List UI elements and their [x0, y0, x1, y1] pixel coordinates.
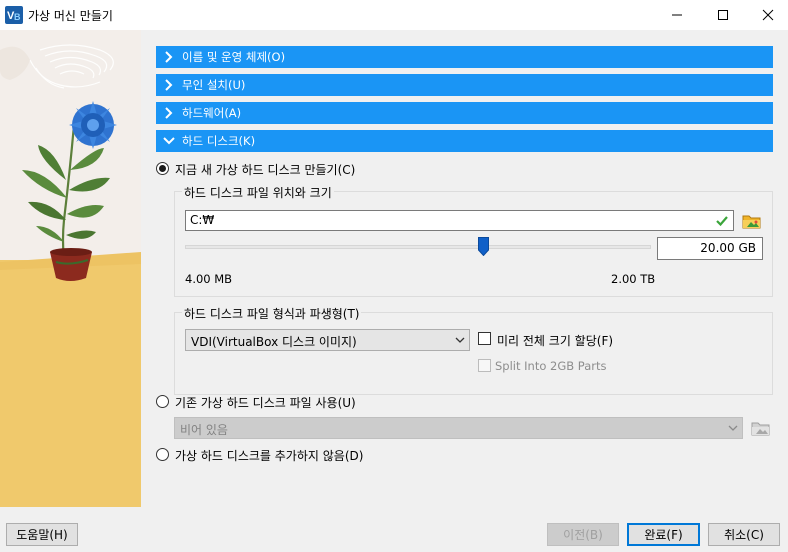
minimize-button[interactable] — [654, 0, 700, 30]
section-label: 무인 설치(U) — [182, 78, 246, 92]
svg-text:B: B — [14, 12, 21, 22]
section-name-os[interactable]: 이름 및 운영 체제(O) — [156, 46, 773, 68]
existing-disk-select[interactable]: 비어 있음 — [174, 417, 743, 439]
preallocate-label: 미리 전체 크기 할당(F) — [497, 334, 614, 348]
disk-format-select[interactable]: VDI(VirtualBox 디스크 이미지) — [185, 329, 470, 351]
wizard-content: 이름 및 운영 체제(O) 무인 설치(U) 하드웨어(A) 하드 디스크(K)… — [141, 30, 788, 507]
browse-existing-disk-icon[interactable] — [751, 418, 771, 438]
section-unattended-install[interactable]: 무인 설치(U) — [156, 74, 773, 96]
browse-folder-icon[interactable] — [742, 211, 762, 231]
chevron-right-icon — [165, 107, 173, 119]
minimize-icon — [672, 14, 682, 16]
plant-illustration — [0, 30, 141, 507]
use-existing-disk-label: 기존 가상 하드 디스크 파일 사용(U) — [175, 396, 356, 410]
wizard-footer: 도움말(H) 이전(B) 완료(F) 취소(C) — [0, 507, 788, 552]
maximize-icon — [718, 10, 728, 20]
no-disk-label: 가상 하드 디스크를 추가하지 않음(D) — [175, 449, 364, 463]
finish-button-label: 완료(F) — [644, 528, 683, 542]
section-hardware[interactable]: 하드웨어(A) — [156, 102, 773, 124]
existing-disk-placeholder: 비어 있음 — [180, 423, 228, 437]
cancel-button[interactable]: 취소(C) — [708, 523, 780, 546]
chevron-down-icon — [728, 425, 738, 431]
disk-size-slider-track[interactable] — [185, 245, 651, 249]
chevron-down-icon — [455, 337, 465, 343]
virtualbox-logo-icon: V B — [5, 6, 23, 24]
create-new-disk-radio[interactable] — [156, 162, 169, 175]
close-button[interactable] — [745, 0, 788, 30]
disk-path-input[interactable]: C:₩ — [185, 210, 734, 231]
section-label: 하드 디스크(K) — [182, 134, 256, 148]
section-hard-disk[interactable]: 하드 디스크(K) — [156, 130, 773, 152]
preallocate-checkbox[interactable] — [478, 332, 491, 345]
location-size-group-title: 하드 디스크 파일 위치와 크기 — [182, 184, 334, 201]
no-disk-radio[interactable] — [156, 448, 169, 461]
chevron-right-icon — [165, 79, 173, 91]
slider-max-label: 2.00 TB — [611, 272, 656, 286]
wizard-side-illustration — [0, 30, 141, 507]
use-existing-disk-radio[interactable] — [156, 395, 169, 408]
close-icon — [762, 9, 774, 21]
section-label: 이름 및 운영 체제(O) — [182, 50, 286, 64]
back-button-label: 이전(B) — [563, 528, 603, 542]
finish-button[interactable]: 완료(F) — [627, 523, 700, 546]
disk-size-slider-thumb[interactable] — [477, 237, 489, 256]
disk-format-value: VDI(VirtualBox 디스크 이미지) — [191, 335, 357, 349]
cancel-button-label: 취소(C) — [724, 528, 764, 542]
back-button[interactable]: 이전(B) — [547, 523, 619, 546]
help-button-label: 도움말(H) — [16, 528, 68, 542]
format-group-title: 하드 디스크 파일 형식과 파생형(T) — [182, 305, 362, 322]
split-2gb-label: Split Into 2GB Parts — [495, 359, 607, 373]
maximize-button[interactable] — [700, 0, 746, 30]
section-label: 하드웨어(A) — [182, 106, 242, 120]
create-new-disk-label: 지금 새 가상 하드 디스크 만들기(C) — [175, 163, 356, 177]
split-2gb-checkbox[interactable] — [478, 359, 491, 372]
slider-min-label: 4.00 MB — [185, 272, 233, 286]
chevron-down-icon — [163, 137, 175, 145]
help-button[interactable]: 도움말(H) — [6, 523, 78, 546]
format-group — [174, 312, 773, 395]
title-bar: V B 가상 머신 만들기 — [0, 0, 788, 30]
chevron-right-icon — [165, 51, 173, 63]
valid-check-icon — [716, 216, 728, 226]
window-title: 가상 머신 만들기 — [28, 9, 113, 23]
disk-size-input[interactable]: 20.00 GB — [657, 237, 763, 260]
